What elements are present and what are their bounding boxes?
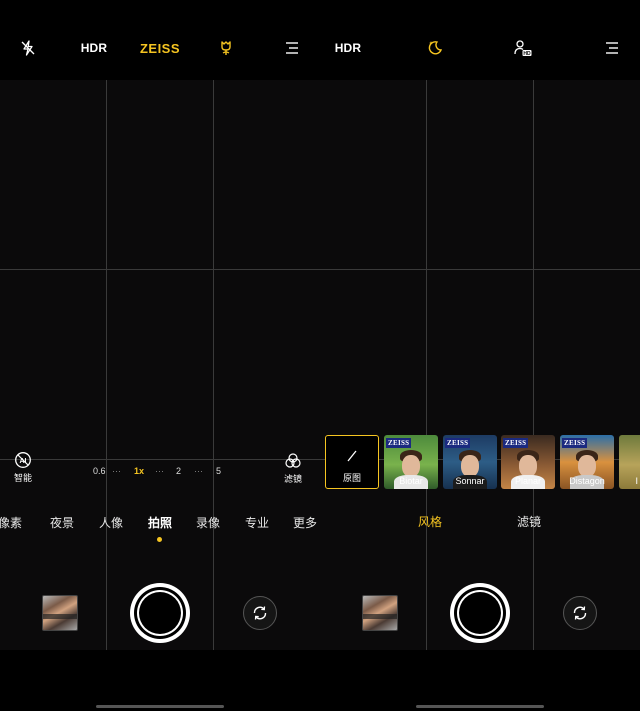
filter-planar[interactable]: ZEISS Planar — [501, 435, 555, 489]
zoom-dots: ··· — [112, 466, 121, 476]
switch-camera-button[interactable] — [243, 596, 277, 630]
mode-indicator-dot — [157, 537, 162, 542]
hdr-button[interactable]: HDR — [332, 36, 364, 60]
filter-label: 滤镜 — [283, 475, 302, 485]
home-indicator — [96, 705, 224, 708]
zoom-dots: ··· — [194, 466, 203, 476]
filter-name: Planar — [514, 476, 541, 486]
filter-name: Biotar — [399, 476, 423, 486]
tab-filter[interactable]: 滤镜 — [517, 513, 541, 530]
flash-off-button[interactable] — [16, 36, 40, 60]
zeiss-mode-button[interactable]: ZEISS — [138, 36, 182, 60]
filter-button[interactable]: 滤镜 — [280, 452, 306, 485]
grid-line — [0, 269, 320, 270]
filter-icon — [285, 453, 301, 468]
night-mode-icon — [428, 41, 443, 55]
camera-panel-right: HDR HD 原图 ZEISS Biotar ZEISS Sonnar ZEIS… — [320, 0, 640, 711]
grid-line — [533, 80, 534, 650]
mode-video[interactable]: 录像 — [196, 514, 220, 531]
svg-text:HD: HD — [523, 51, 531, 57]
grid-line — [426, 80, 427, 650]
hdr-button[interactable]: HDR — [78, 36, 110, 60]
mode-photo[interactable]: 拍照 — [148, 514, 172, 531]
menu-icon — [286, 42, 298, 54]
menu-button[interactable] — [280, 36, 304, 60]
filter-sonnar[interactable]: ZEISS Sonnar — [443, 435, 497, 489]
shutter-button[interactable] — [130, 583, 190, 643]
grid-line — [213, 80, 214, 650]
switch-camera-button[interactable] — [563, 596, 597, 630]
zoom-dots: ··· — [155, 466, 164, 476]
switch-camera-icon — [253, 606, 267, 620]
portrait-hd-button[interactable]: HD — [511, 36, 535, 60]
flower-mode-icon — [221, 41, 231, 55]
flash-off-icon — [21, 40, 35, 56]
mode-more[interactable]: 更多 — [293, 514, 317, 531]
viewfinder[interactable] — [320, 80, 640, 650]
zoom-level-0-6[interactable]: 0.6 — [93, 466, 106, 476]
filter-name: I — [635, 476, 638, 486]
flower-mode-button[interactable] — [214, 36, 238, 60]
mode-night[interactable]: 夜景 — [50, 514, 74, 531]
filter-partial[interactable]: I — [619, 435, 640, 489]
grid-line — [320, 269, 640, 270]
camera-panel-left: HDR ZEISS AI 智能 0.6 ··· 1x ··· 2 ··· 5 滤… — [0, 0, 320, 711]
no-filter-icon — [347, 450, 357, 462]
zeiss-logo: ZEISS — [562, 438, 588, 448]
zeiss-logo: ZEISS — [386, 438, 412, 448]
zeiss-logo: ZEISS — [503, 438, 529, 448]
night-mode-button[interactable] — [423, 36, 447, 60]
mode-pro[interactable]: 专业 — [245, 514, 269, 531]
viewfinder[interactable] — [0, 80, 320, 650]
zoom-selector: 0.6 ··· 1x ··· 2 ··· 5 — [0, 465, 240, 477]
filter-biotar[interactable]: ZEISS Biotar — [384, 435, 438, 489]
zoom-level-5[interactable]: 5 — [216, 466, 221, 476]
gallery-thumbnail[interactable] — [42, 595, 78, 631]
menu-button[interactable] — [600, 36, 624, 60]
switch-camera-icon — [573, 606, 587, 620]
menu-icon — [606, 42, 618, 54]
grid-line — [0, 459, 320, 460]
tab-style[interactable]: 风格 — [418, 513, 442, 530]
filter-name: Distagon — [569, 476, 605, 486]
filter-original-label: 原图 — [342, 474, 361, 484]
home-indicator — [416, 705, 544, 708]
grid-line — [106, 80, 107, 650]
zoom-level-2[interactable]: 2 — [176, 466, 181, 476]
mode-portrait[interactable]: 人像 — [99, 514, 123, 531]
portrait-hd-icon: HD — [514, 40, 532, 57]
filter-distagon[interactable]: ZEISS Distagon — [560, 435, 614, 489]
filter-original[interactable]: 原图 — [325, 435, 379, 489]
svg-text:AI: AI — [20, 458, 27, 465]
zeiss-logo: ZEISS — [445, 438, 471, 448]
gallery-thumbnail[interactable] — [362, 595, 398, 631]
filter-name: Sonnar — [455, 476, 485, 486]
zoom-level-1x[interactable]: 1x — [134, 466, 144, 476]
mode-pixel[interactable]: 像素 — [0, 514, 22, 531]
shutter-button[interactable] — [450, 583, 510, 643]
